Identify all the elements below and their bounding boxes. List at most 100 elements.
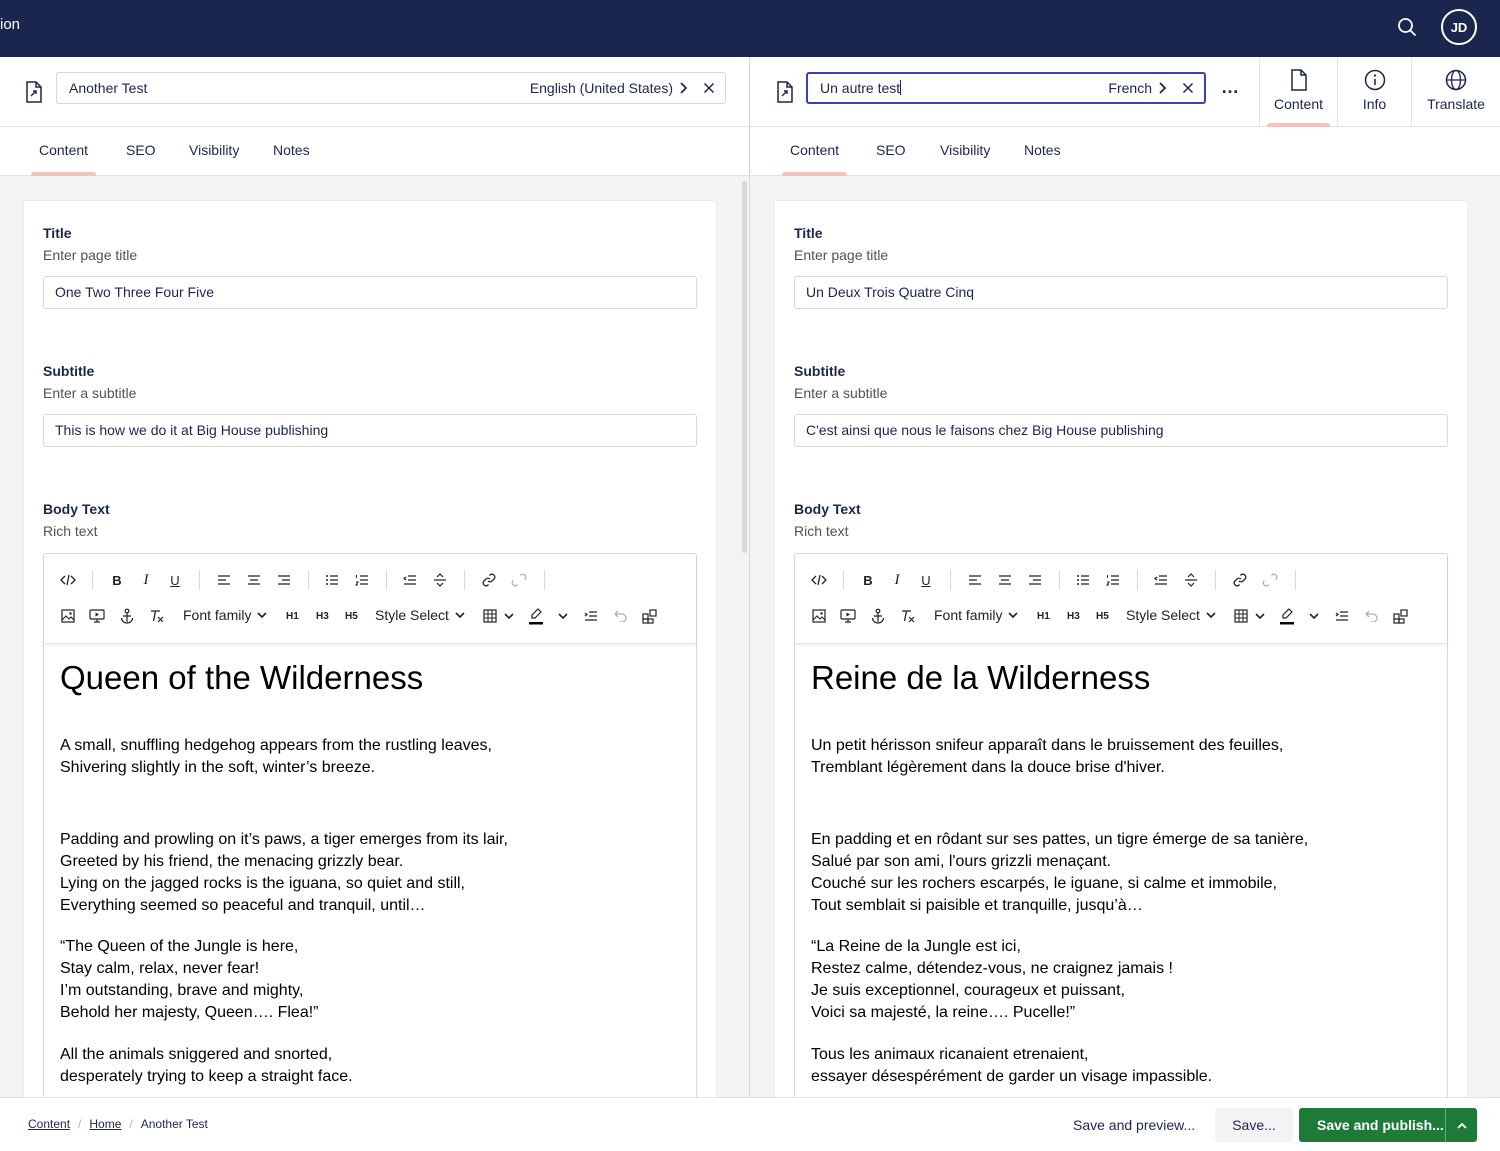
align-right-icon[interactable] xyxy=(1025,570,1045,590)
chevron-down-icon[interactable] xyxy=(499,606,519,626)
heading-1-button[interactable]: H1 xyxy=(1037,611,1050,622)
table-icon[interactable] xyxy=(480,606,500,626)
breadcrumb-home[interactable]: Home xyxy=(89,1117,121,1131)
heading-5-button[interactable]: H5 xyxy=(345,611,358,622)
heading-1-button[interactable]: H1 xyxy=(286,611,299,622)
clear-formatting-icon[interactable] xyxy=(147,606,167,626)
tab-notes[interactable]: Notes xyxy=(1024,142,1061,158)
line-height-icon[interactable] xyxy=(430,570,450,590)
underline-icon[interactable]: U xyxy=(165,570,185,590)
tab-content[interactable]: Content xyxy=(31,142,97,176)
tab-visibility[interactable]: Visibility xyxy=(189,142,239,158)
undo-icon[interactable] xyxy=(1362,606,1382,626)
bullet-list-icon[interactable] xyxy=(1073,570,1093,590)
app-tab-translate[interactable]: Translate xyxy=(1411,57,1500,127)
unlink-icon[interactable] xyxy=(509,570,529,590)
title-input[interactable]: Un Deux Trois Quatre Cinq xyxy=(794,276,1448,309)
indent-icon[interactable] xyxy=(1332,606,1352,626)
toolbar-divider xyxy=(308,570,309,590)
subtitle-input[interactable]: C'est ainsi que nous le faisons chez Big… xyxy=(794,414,1448,447)
more-options-button[interactable]: … xyxy=(1221,78,1241,97)
line-height-icon[interactable] xyxy=(1181,570,1201,590)
empty-line xyxy=(60,917,680,936)
content-heading: Reine de la Wilderness xyxy=(811,659,1151,696)
tab-visibility[interactable]: Visibility xyxy=(940,142,990,158)
chevron-down-icon xyxy=(1008,611,1019,618)
link-icon[interactable] xyxy=(479,570,499,590)
undo-icon[interactable] xyxy=(611,606,631,626)
source-code-icon[interactable] xyxy=(809,570,829,590)
tab-notes[interactable]: Notes xyxy=(273,142,310,158)
variant-pane-french: Un autre test French … Content Info Tran… xyxy=(751,57,1500,1097)
numbered-list-icon[interactable] xyxy=(352,570,372,590)
source-code-icon[interactable] xyxy=(58,570,78,590)
tab-seo[interactable]: SEO xyxy=(876,142,906,158)
bold-icon[interactable]: B xyxy=(107,570,127,590)
style-select[interactable]: Style Select xyxy=(375,607,465,623)
close-icon[interactable] xyxy=(1182,82,1194,94)
outdent-icon[interactable] xyxy=(400,570,420,590)
chevron-down-icon[interactable] xyxy=(553,606,573,626)
heading-5-button[interactable]: H5 xyxy=(1096,611,1109,622)
indent-icon[interactable] xyxy=(581,606,601,626)
publish-options-button[interactable] xyxy=(1445,1108,1477,1142)
tab-content[interactable]: Content xyxy=(782,142,848,176)
breadcrumb-content[interactable]: Content xyxy=(28,1117,70,1131)
node-name-box[interactable]: Un autre test French xyxy=(806,72,1206,104)
style-select[interactable]: Style Select xyxy=(1126,607,1216,623)
subtitle-description: Enter a subtitle xyxy=(794,385,888,401)
user-avatar[interactable]: JD xyxy=(1441,9,1477,45)
align-right-icon[interactable] xyxy=(274,570,294,590)
link-icon[interactable] xyxy=(1230,570,1250,590)
italic-icon[interactable]: I xyxy=(136,570,156,590)
font-family-select[interactable]: Font family xyxy=(183,607,268,623)
align-left-icon[interactable] xyxy=(214,570,234,590)
align-center-icon[interactable] xyxy=(995,570,1015,590)
anchor-icon[interactable] xyxy=(117,606,137,626)
search-icon[interactable] xyxy=(1395,15,1419,39)
align-left-icon[interactable] xyxy=(965,570,985,590)
node-name-input[interactable]: Another Test xyxy=(69,80,530,96)
image-icon[interactable] xyxy=(58,606,78,626)
highlight-color-icon[interactable] xyxy=(1277,606,1297,626)
app-tab-content[interactable]: Content xyxy=(1259,57,1337,127)
close-icon[interactable] xyxy=(703,82,715,94)
node-name-input[interactable]: Un autre test xyxy=(820,80,1108,96)
align-center-icon[interactable] xyxy=(244,570,264,590)
embed-media-icon[interactable] xyxy=(87,606,107,626)
unlink-icon[interactable] xyxy=(1260,570,1280,590)
scrollbar[interactable] xyxy=(742,181,747,553)
numbered-list-icon[interactable] xyxy=(1103,570,1123,590)
title-input[interactable]: One Two Three Four Five xyxy=(43,276,697,309)
font-family-select[interactable]: Font family xyxy=(934,607,1019,623)
save-and-publish-button[interactable]: Save and publish... xyxy=(1299,1108,1477,1142)
outdent-icon[interactable] xyxy=(1151,570,1171,590)
chevron-down-icon[interactable] xyxy=(1250,606,1270,626)
heading-3-button[interactable]: H3 xyxy=(1067,611,1080,622)
clear-formatting-icon[interactable] xyxy=(898,606,918,626)
anchor-icon[interactable] xyxy=(868,606,888,626)
blocks-icon[interactable] xyxy=(640,606,660,626)
highlight-color-icon[interactable] xyxy=(526,606,546,626)
underline-icon[interactable]: U xyxy=(916,570,936,590)
image-icon[interactable] xyxy=(809,606,829,626)
chevron-down-icon[interactable] xyxy=(1304,606,1324,626)
bullet-list-icon[interactable] xyxy=(322,570,342,590)
blocks-icon[interactable] xyxy=(1391,606,1411,626)
language-switcher[interactable]: English (United States) xyxy=(530,80,687,96)
editor-content[interactable]: Queen of the Wilderness A small, snuffli… xyxy=(60,650,680,1088)
language-switcher[interactable]: French xyxy=(1108,80,1166,96)
breadcrumb: Content / Home / Another Test xyxy=(28,1117,208,1131)
node-name-box[interactable]: Another Test English (United States) xyxy=(56,72,726,104)
editor-content[interactable]: Reine de la Wilderness Un petit hérisson… xyxy=(811,650,1431,1088)
bold-icon[interactable]: B xyxy=(858,570,878,590)
italic-icon[interactable]: I xyxy=(887,570,907,590)
app-tab-info[interactable]: Info xyxy=(1337,57,1411,127)
heading-3-button[interactable]: H3 xyxy=(316,611,329,622)
embed-media-icon[interactable] xyxy=(838,606,858,626)
tab-seo[interactable]: SEO xyxy=(126,142,156,158)
save-button[interactable]: Save... xyxy=(1215,1108,1293,1142)
save-and-preview-button[interactable]: Save and preview... xyxy=(1063,1108,1205,1142)
table-icon[interactable] xyxy=(1231,606,1251,626)
subtitle-input[interactable]: This is how we do it at Big House publis… xyxy=(43,414,697,447)
